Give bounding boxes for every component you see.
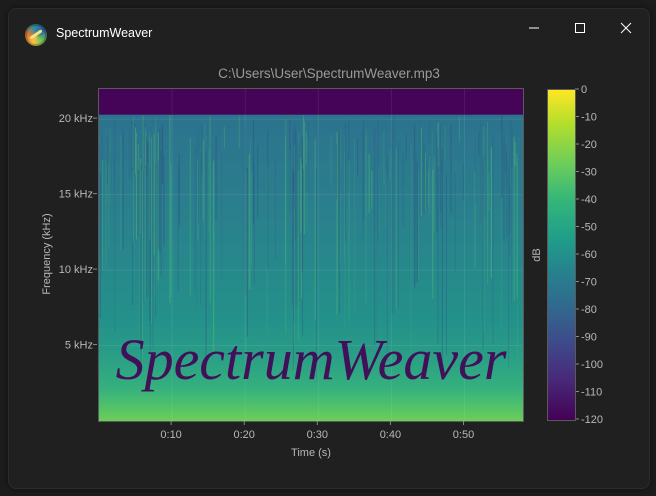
- minimize-icon: [529, 27, 539, 29]
- spectrogram-image: SpectrumWeaver: [99, 89, 523, 421]
- colorbar-tick-label: -90: [581, 332, 597, 344]
- colorbar-tick-label: -30: [581, 167, 597, 179]
- colorbar-tick-label: -120: [581, 414, 603, 426]
- y-tick-label: 20 kHz: [59, 113, 93, 125]
- y-tick-label: 10 kHz: [59, 264, 93, 276]
- spectrum-weaver-logo-icon: [25, 24, 47, 46]
- colorbar-tick-label: -110: [581, 387, 602, 399]
- colorbar-tick-label: -80: [581, 304, 597, 316]
- colorbar-tick-label: -10: [581, 112, 597, 124]
- colorbar-tick-label: -60: [581, 249, 597, 261]
- y-tick-label: 15 kHz: [59, 189, 93, 201]
- app-window: SpectrumWeaver C:\Users\User\SpectrumWea…: [8, 8, 650, 489]
- window-title: SpectrumWeaver: [56, 26, 153, 40]
- colorbar-label: dB: [531, 248, 543, 261]
- colorbar-tick-label: -40: [581, 194, 597, 206]
- colorbar-tick-label: -70: [581, 277, 597, 289]
- minimize-button[interactable]: [511, 11, 557, 45]
- x-tick-label: 0:20: [233, 429, 254, 441]
- y-axis-ticks: 5 kHz 10 kHz 15 kHz 20 kHz: [59, 113, 97, 352]
- title-bar[interactable]: SpectrumWeaver: [9, 9, 649, 53]
- maximize-icon: [575, 23, 585, 33]
- y-axis-label: Frequency (kHz): [41, 213, 53, 294]
- colorbar-tick-label: -20: [581, 139, 597, 151]
- x-tick-label: 0:40: [380, 429, 401, 441]
- colorbar-tick-label: 0: [581, 84, 587, 96]
- x-tick-label: 0:30: [307, 429, 328, 441]
- spectrum-weaver-watermark: SpectrumWeaver: [116, 327, 507, 392]
- x-axis-label: Time (s): [291, 447, 331, 459]
- colorbar-tick-label: -100: [581, 359, 603, 371]
- colorbar: [547, 89, 576, 421]
- x-tick-label: 0:50: [453, 429, 474, 441]
- colorbar-ticks: 0 -10 -20 -30 -40 -50 -60 -70 -80 -90 -100 -110 -120: [575, 84, 603, 426]
- colorbar-tick-label: -50: [581, 222, 597, 234]
- maximize-button[interactable]: [557, 11, 603, 45]
- plot-title: C:\Users\User\SpectrumWeaver.mp3: [218, 66, 440, 81]
- y-tick-label: 5 kHz: [65, 340, 93, 352]
- x-axis-ticks: 0:10 0:20 0:30 0:40 0:50: [160, 421, 474, 441]
- close-button[interactable]: [603, 11, 649, 45]
- x-tick-label: 0:10: [160, 429, 181, 441]
- lowpass-cutoff-band: [99, 89, 523, 115]
- close-icon: [620, 22, 632, 34]
- spectrogram-plot[interactable]: SpectrumWeaver: [98, 88, 524, 422]
